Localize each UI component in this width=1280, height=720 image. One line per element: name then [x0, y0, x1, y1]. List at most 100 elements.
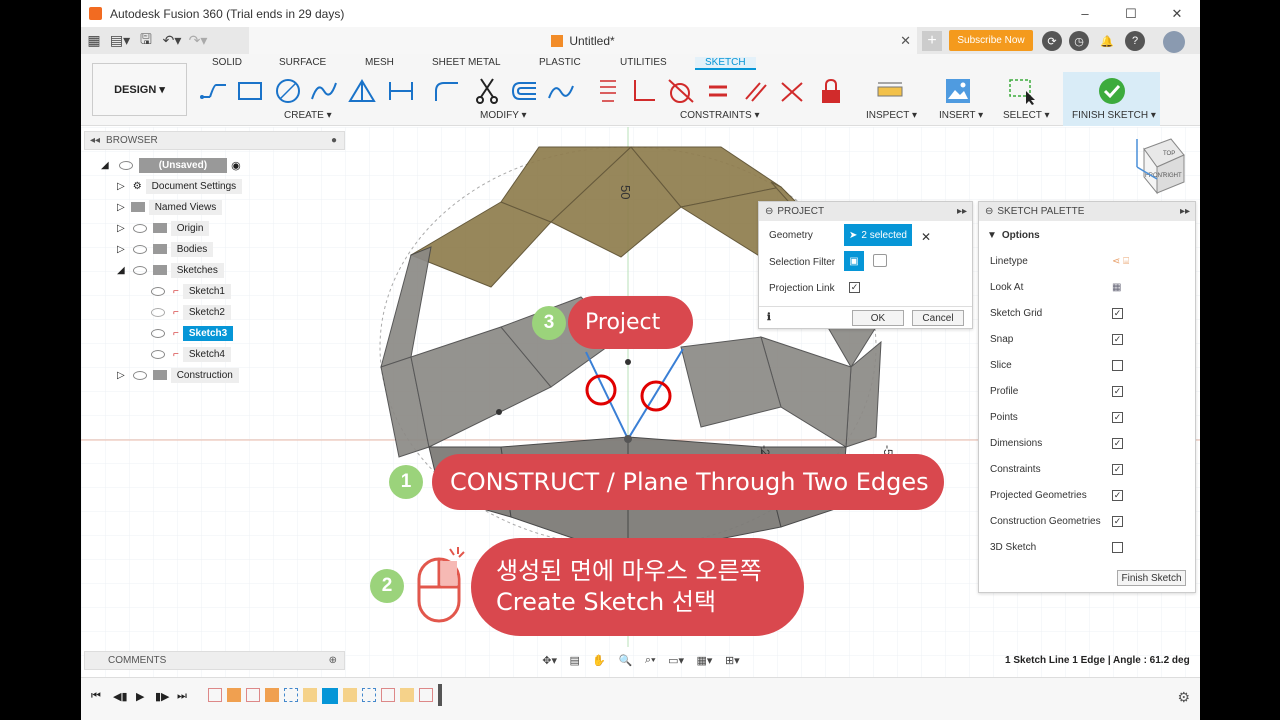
palette-option-control[interactable]: ✓: [1112, 308, 1123, 319]
dialog-collapse-icon[interactable]: ⊖: [765, 206, 773, 217]
tree-root-unsaved[interactable]: ◢ (Unsaved) ◉: [101, 156, 241, 174]
palette-option-checkbox[interactable]: [1112, 542, 1123, 553]
expand-arrow-icon[interactable]: ◢: [101, 160, 109, 171]
display-settings-icon[interactable]: ▭▾: [668, 654, 684, 667]
tree-item-sketch1[interactable]: ⌐ Sketch1: [151, 282, 231, 300]
save-icon[interactable]: 🖫: [133, 27, 159, 54]
circle-tool-icon[interactable]: [273, 76, 303, 106]
palette-option-control[interactable]: ✓: [1112, 464, 1123, 475]
geometry-selection-button[interactable]: ➤ 2 selected: [844, 224, 912, 246]
browser-header[interactable]: ◂◂ BROWSER ●: [84, 131, 345, 150]
orbit-icon[interactable]: ✥▾: [542, 654, 557, 667]
bodies-filter-icon[interactable]: [873, 254, 887, 267]
fit-window-icon[interactable]: ⌕▾: [645, 654, 656, 667]
palette-option-checkbox[interactable]: ✓: [1112, 516, 1123, 527]
close-button[interactable]: ✕: [1154, 0, 1200, 27]
palette-option-control[interactable]: ⋖ ⌸: [1112, 256, 1129, 267]
tangent-constraint-icon[interactable]: [666, 76, 696, 106]
palette-option-checkbox[interactable]: ✓: [1112, 412, 1123, 423]
create-group-label[interactable]: CREATE ▾: [284, 110, 332, 121]
line-tool-icon[interactable]: [199, 76, 229, 106]
dialog-expand-icon[interactable]: ▸▸: [957, 206, 967, 217]
data-panel-grid-icon[interactable]: ▦: [81, 27, 107, 54]
linetype-toggle-icon[interactable]: ⋖ ⌸: [1112, 256, 1129, 267]
insert-image-icon[interactable]: [943, 76, 973, 106]
document-tab[interactable]: Untitled* ✕: [249, 27, 917, 54]
close-tab-icon[interactable]: ✕: [900, 33, 911, 49]
notifications-icon[interactable]: 🔔: [1097, 31, 1117, 51]
palette-expand-icon[interactable]: ▸▸: [1180, 206, 1190, 217]
options-section-header[interactable]: ▼ Options: [987, 230, 1040, 241]
visibility-eye-icon[interactable]: [151, 328, 165, 338]
expand-arrow-icon[interactable]: ◢: [117, 265, 125, 276]
timeline-pattern-icon[interactable]: [284, 688, 298, 702]
finish-sketch-group-label[interactable]: FINISH SKETCH ▾: [1072, 110, 1156, 121]
palette-option-checkbox[interactable]: ✓: [1112, 464, 1123, 475]
expand-arrow-icon[interactable]: ▷: [117, 202, 125, 213]
tab-sheet-metal[interactable]: SHEET METAL: [432, 57, 501, 68]
go-to-end-icon[interactable]: ⏭: [177, 690, 187, 703]
tree-item-named-views[interactable]: ▷ Named Views: [117, 198, 223, 216]
visibility-eye-icon[interactable]: [118, 160, 133, 170]
pan-hand-icon[interactable]: ✋: [592, 654, 606, 667]
visibility-eye-icon[interactable]: [132, 244, 147, 254]
sketch-palette-header[interactable]: ⊖ SKETCH PALETTE ▸▸: [979, 202, 1195, 221]
visibility-eye-icon[interactable]: [151, 286, 165, 296]
insert-group-label[interactable]: INSERT ▾: [939, 110, 983, 121]
finish-sketch-button[interactable]: Finish Sketch: [1117, 570, 1186, 586]
add-comment-icon[interactable]: ⊕: [329, 655, 337, 666]
polygon-tool-icon[interactable]: [347, 76, 377, 106]
go-to-start-icon[interactable]: ⏮: [91, 690, 101, 703]
info-icon[interactable]: ℹ: [767, 312, 771, 323]
help-icon[interactable]: ?: [1125, 31, 1145, 51]
fillet-tool-icon[interactable]: [431, 76, 461, 106]
horizontal-vertical-constraint-icon[interactable]: [593, 76, 623, 106]
redo-icon[interactable]: ↷▾: [185, 27, 211, 54]
trim-tool-icon[interactable]: [472, 76, 502, 106]
browser-pin-icon[interactable]: ●: [331, 135, 337, 146]
timeline-marker-icon[interactable]: [438, 684, 442, 706]
timeline-plane-icon[interactable]: [343, 688, 357, 702]
undo-icon[interactable]: ↶▾: [159, 27, 185, 54]
tree-item-document-settings[interactable]: ▷ ⚙ Document Settings: [117, 177, 243, 195]
timeline-plane-icon[interactable]: [400, 688, 414, 702]
zoom-icon[interactable]: 🔍: [619, 654, 633, 667]
ok-button[interactable]: OK: [852, 310, 904, 326]
inspect-group-label[interactable]: INSPECT ▾: [866, 110, 917, 121]
clear-selection-icon[interactable]: ✕: [921, 230, 931, 244]
parallel-constraint-icon[interactable]: [741, 76, 771, 106]
tree-item-construction[interactable]: ▷ Construction: [117, 366, 239, 384]
hidden-eye-icon[interactable]: [151, 307, 165, 317]
minimize-button[interactable]: –: [1062, 0, 1108, 27]
tab-mesh[interactable]: MESH: [365, 57, 394, 68]
visibility-eye-icon[interactable]: [132, 223, 147, 233]
timeline-extrude-icon[interactable]: [265, 688, 279, 702]
palette-option-control[interactable]: ▦: [1112, 282, 1121, 293]
user-avatar[interactable]: [1163, 31, 1185, 53]
timeline-sketch-icon[interactable]: [246, 688, 260, 702]
step-forward-icon[interactable]: ▮▶: [155, 690, 170, 703]
modify-group-label[interactable]: MODIFY ▾: [480, 110, 527, 121]
perpendicular-constraint-icon[interactable]: [629, 76, 659, 106]
slot-tool-icon[interactable]: [386, 76, 416, 106]
visibility-eye-icon[interactable]: [151, 349, 165, 359]
tab-sketch[interactable]: SKETCH: [695, 57, 756, 70]
palette-option-checkbox[interactable]: [1112, 360, 1123, 371]
expand-arrow-icon[interactable]: ▷: [117, 370, 125, 381]
palette-option-control[interactable]: ✓: [1112, 490, 1123, 501]
comments-panel-header[interactable]: COMMENTS ⊕: [84, 651, 345, 670]
viewports-icon[interactable]: ⊞▾: [725, 654, 740, 667]
subscribe-button[interactable]: Subscribe Now: [949, 30, 1033, 51]
new-tab-button[interactable]: +: [922, 31, 942, 51]
timeline-extrude-icon[interactable]: [227, 688, 241, 702]
specified-entities-filter-icon[interactable]: ▣: [844, 251, 864, 271]
timeline-sketch-icon[interactable]: [419, 688, 433, 702]
tree-item-sketch3[interactable]: ⌐ Sketch3: [151, 324, 234, 342]
play-icon[interactable]: ▶: [136, 690, 144, 703]
palette-option-control[interactable]: ✓: [1112, 334, 1123, 345]
tree-item-sketch4[interactable]: ⌐ Sketch4: [151, 345, 231, 363]
step-back-icon[interactable]: ◀▮: [113, 690, 128, 703]
tree-item-bodies[interactable]: ▷ Bodies: [117, 240, 214, 258]
palette-option-checkbox[interactable]: ✓: [1112, 490, 1123, 501]
tree-item-origin[interactable]: ▷ Origin: [117, 219, 210, 237]
